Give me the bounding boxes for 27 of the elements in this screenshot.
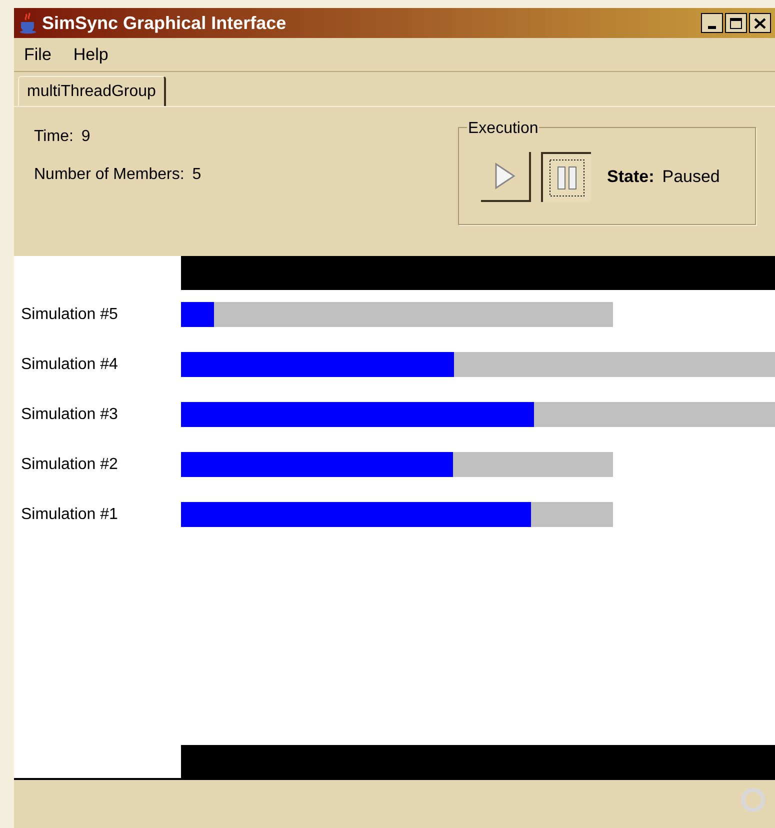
maximize-icon [730, 18, 742, 28]
time-label: Time: [34, 127, 74, 147]
time-value: 9 [81, 127, 90, 147]
play-icon [494, 162, 516, 190]
state-value: Paused [662, 166, 720, 188]
simulation-label: Simulation #1 [20, 504, 119, 524]
menu-item[interactable]: Help [73, 42, 108, 68]
simulation-label: Simulation #4 [20, 354, 119, 374]
close-button[interactable] [749, 13, 771, 33]
members-label: Number of Members: [34, 165, 184, 185]
simulation-label: Simulation #5 [20, 304, 119, 324]
tab[interactable]: multiThreadGroup [18, 76, 166, 106]
minimize-icon [708, 26, 716, 29]
pause-button[interactable] [541, 152, 591, 202]
pause-icon [549, 159, 585, 197]
minimize-button[interactable] [701, 13, 723, 33]
maximize-button[interactable] [725, 13, 747, 33]
busy-indicator-icon [739, 786, 767, 814]
simulation-label: Simulation #2 [20, 454, 119, 474]
members-value: 5 [192, 165, 202, 185]
menu-item[interactable]: File [24, 42, 52, 68]
simulation-label: Simulation #3 [20, 404, 119, 424]
play-button[interactable] [481, 152, 531, 202]
coffee-cup-icon [18, 12, 38, 34]
window-title: SimSync Graphical Interface [42, 12, 288, 35]
state-label: State: [607, 166, 654, 188]
close-icon [754, 18, 766, 28]
